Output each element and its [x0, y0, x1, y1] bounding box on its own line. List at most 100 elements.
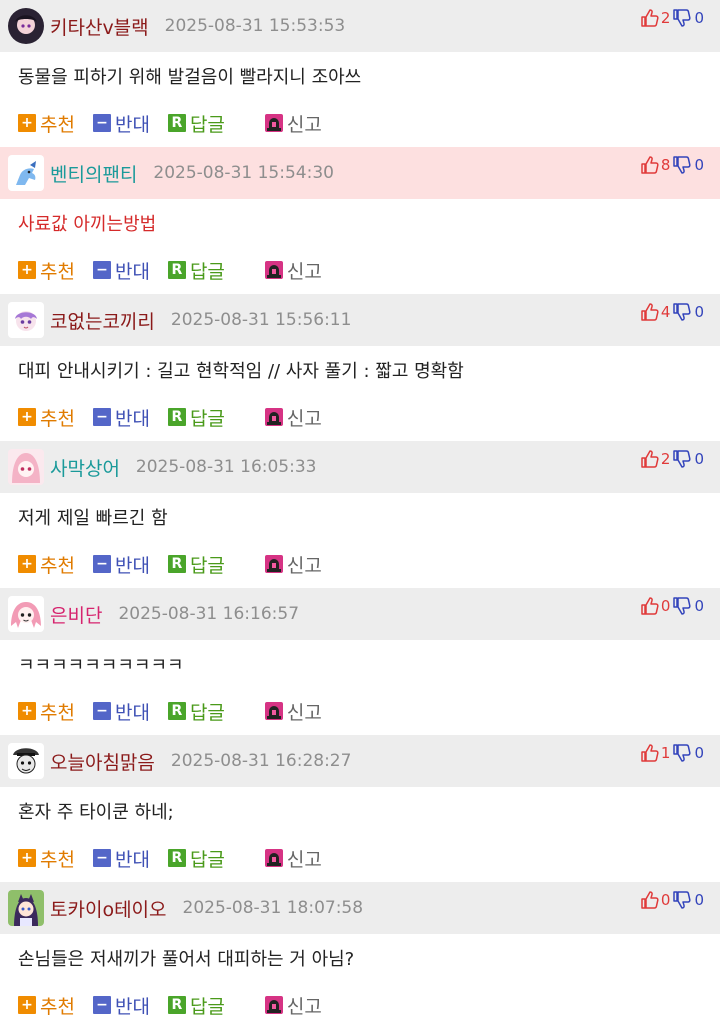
- nickname[interactable]: 키타산v블랙: [50, 13, 149, 40]
- upvote-count: 0: [660, 597, 671, 615]
- nickname[interactable]: 은비단: [50, 601, 102, 628]
- comment-text: 저게 제일 빠르긴 함: [18, 507, 168, 529]
- comment: 키타산v블랙 2025-08-31 15:53:53 2 0 동물을 피하기 위…: [0, 0, 720, 147]
- thumbs-down-icon[interactable]: [672, 155, 692, 175]
- minus-icon: −: [92, 114, 111, 132]
- horse-girl-avatar-icon[interactable]: [8, 890, 44, 926]
- minus-icon: −: [92, 996, 111, 1014]
- reply-label: 답글: [189, 113, 225, 136]
- thumbs-up-icon[interactable]: [640, 449, 660, 469]
- comment: 오늘아침맑음 2025-08-31 16:28:27 1 0 혼자 주 타이쿤 …: [0, 735, 720, 882]
- reply-button[interactable]: R 답글: [167, 551, 225, 578]
- recommend-button[interactable]: + 추천: [18, 257, 75, 284]
- thumbs-down-icon[interactable]: [672, 743, 692, 763]
- vote-counts: 1 0: [640, 743, 704, 763]
- oppose-button[interactable]: − 반대: [92, 992, 150, 1019]
- report-label: 신고: [286, 995, 322, 1018]
- downvote-count: 0: [694, 9, 704, 27]
- oppose-button[interactable]: − 반대: [92, 257, 150, 284]
- recommend-label: 추천: [40, 554, 75, 577]
- thumbs-down-icon[interactable]: [672, 8, 692, 28]
- thumbs-up-icon[interactable]: [640, 8, 660, 28]
- report-button[interactable]: 신고: [264, 257, 322, 284]
- reply-r-icon: R: [167, 555, 186, 573]
- nickname[interactable]: 사막상어: [50, 454, 120, 481]
- recommend-button[interactable]: + 추천: [18, 551, 75, 578]
- minus-icon: −: [92, 555, 111, 573]
- comment: 사막상어 2025-08-31 16:05:33 2 0 저게 제일 빠르긴 함: [0, 441, 720, 588]
- report-button[interactable]: 신고: [264, 404, 322, 431]
- thumbs-up-icon[interactable]: [640, 302, 660, 322]
- thumbs-down-icon[interactable]: [672, 890, 692, 910]
- reply-button[interactable]: R 답글: [167, 110, 225, 137]
- mono-face-avatar-icon[interactable]: [8, 743, 44, 779]
- vote-counts: 8 0: [640, 155, 704, 175]
- reply-button[interactable]: R 답글: [167, 404, 225, 431]
- vote-counts: 2 0: [640, 8, 704, 28]
- reply-button[interactable]: R 답글: [167, 698, 225, 725]
- pink-hair-avatar-icon[interactable]: [8, 449, 44, 485]
- report-label: 신고: [286, 701, 322, 724]
- downvote-count: 0: [694, 156, 704, 174]
- recommend-button[interactable]: + 추천: [18, 845, 75, 872]
- recommend-button[interactable]: + 추천: [18, 110, 75, 137]
- report-button[interactable]: 신고: [264, 110, 322, 137]
- timestamp: 2025-08-31 15:53:53: [164, 16, 346, 36]
- oppose-button[interactable]: − 반대: [92, 845, 150, 872]
- recommend-button[interactable]: + 추천: [18, 992, 75, 1019]
- oppose-button[interactable]: − 반대: [92, 551, 150, 578]
- reply-r-icon: R: [167, 261, 186, 279]
- comment-actions: + 추천 − 반대 R 답글 신고: [0, 981, 720, 1025]
- comment-header: 코없는코끼리 2025-08-31 15:56:11 4 0: [0, 294, 720, 346]
- pony-avatar-icon[interactable]: [8, 155, 44, 191]
- recommend-button[interactable]: + 추천: [18, 404, 75, 431]
- siren-icon: [264, 702, 283, 720]
- thumbs-down-icon[interactable]: [672, 449, 692, 469]
- comment-list: 키타산v블랙 2025-08-31 15:53:53 2 0 동물을 피하기 위…: [0, 0, 720, 1025]
- report-label: 신고: [286, 848, 322, 871]
- thumbs-down-icon[interactable]: [672, 302, 692, 322]
- minus-icon: −: [92, 702, 111, 720]
- comment-text: ㅋㅋㅋㅋㅋㅋㅋㅋㅋㅋ: [18, 654, 184, 676]
- vote-counts: 4 0: [640, 302, 704, 322]
- nickname[interactable]: 코없는코끼리: [50, 307, 155, 334]
- plus-icon: +: [18, 996, 36, 1014]
- oppose-label: 반대: [114, 701, 150, 724]
- reply-button[interactable]: R 답글: [167, 845, 225, 872]
- comment-header: 은비단 2025-08-31 16:16:57 0 0: [0, 588, 720, 640]
- thumbs-down-icon[interactable]: [672, 596, 692, 616]
- recommend-button[interactable]: + 추천: [18, 698, 75, 725]
- comment-header: 토카이o테이오 2025-08-31 18:07:58 0 0: [0, 882, 720, 934]
- downvote-count: 0: [694, 744, 704, 762]
- nickname[interactable]: 벤티의팬티: [50, 160, 137, 187]
- reply-r-icon: R: [167, 996, 186, 1014]
- thumbs-up-icon[interactable]: [640, 743, 660, 763]
- report-button[interactable]: 신고: [264, 845, 322, 872]
- comment: 토카이o테이오 2025-08-31 18:07:58 0 0 손님들은 저새끼…: [0, 882, 720, 1025]
- timestamp: 2025-08-31 16:05:33: [135, 457, 317, 477]
- reply-button[interactable]: R 답글: [167, 257, 225, 284]
- nickname[interactable]: 오늘아침맑음: [50, 748, 155, 775]
- pink-twintail-avatar-icon[interactable]: [8, 596, 44, 632]
- timestamp: 2025-08-31 15:54:30: [153, 163, 334, 183]
- report-button[interactable]: 신고: [264, 992, 322, 1019]
- reply-button[interactable]: R 답글: [167, 992, 225, 1019]
- plus-icon: +: [18, 555, 36, 573]
- oppose-button[interactable]: − 반대: [92, 698, 150, 725]
- comment-text: 사료값 아끼는방법: [18, 213, 157, 235]
- report-button[interactable]: 신고: [264, 698, 322, 725]
- oppose-label: 반대: [114, 113, 150, 136]
- recommend-label: 추천: [40, 701, 75, 724]
- comment-text: 대피 안내시키기 : 길고 현학적임 // 사자 풀기 : 짧고 명확함: [18, 360, 464, 382]
- purple-character-avatar-icon[interactable]: [8, 302, 44, 338]
- dark-character-avatar-icon[interactable]: [8, 8, 44, 44]
- reply-r-icon: R: [167, 114, 186, 132]
- thumbs-up-icon[interactable]: [640, 890, 660, 910]
- thumbs-up-icon[interactable]: [640, 596, 660, 616]
- report-button[interactable]: 신고: [264, 551, 322, 578]
- upvote-count: 2: [660, 450, 671, 468]
- nickname[interactable]: 토카이o테이오: [50, 895, 167, 922]
- oppose-button[interactable]: − 반대: [92, 404, 150, 431]
- thumbs-up-icon[interactable]: [640, 155, 660, 175]
- oppose-button[interactable]: − 반대: [92, 110, 150, 137]
